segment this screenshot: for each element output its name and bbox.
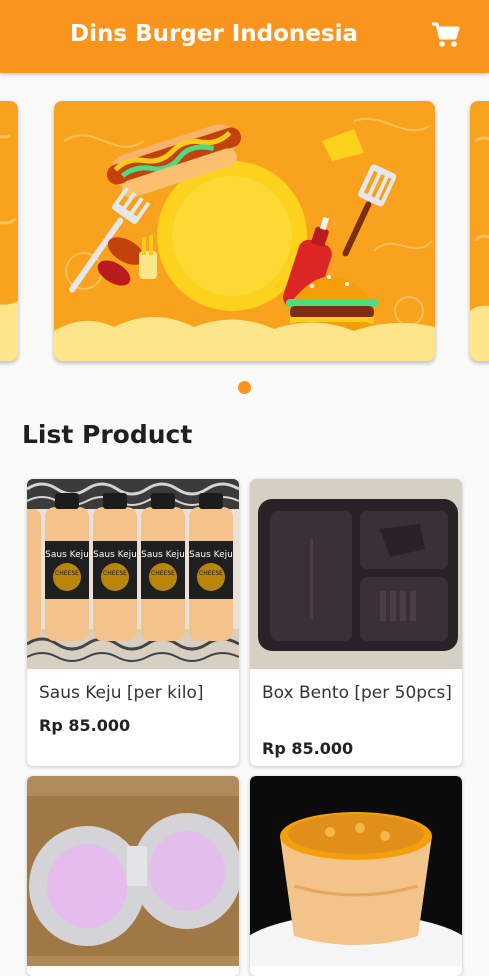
bottle-label: Saus Keju xyxy=(45,550,89,560)
product-image xyxy=(250,479,462,669)
shopping-cart-icon xyxy=(432,22,460,47)
section-title: List Product xyxy=(22,420,193,449)
bottle-sublabel: CHEESE xyxy=(55,570,79,577)
product-card[interactable]: Saus Keju Saus Keju Saus Keju Saus Keju … xyxy=(27,479,239,766)
banner-slide-previous[interactable] xyxy=(0,101,18,361)
banner-slide-next[interactable] xyxy=(470,101,489,361)
bottle-sublabel: CHEESE xyxy=(199,570,223,577)
app-bar: Dins Burger Indonesia xyxy=(0,0,489,73)
cart-button[interactable] xyxy=(427,16,463,52)
product-image xyxy=(250,776,462,966)
product-name: Box Bento [per 50pcs] xyxy=(262,683,452,703)
product-image: Saus Keju Saus Keju Saus Keju Saus Keju … xyxy=(27,479,239,669)
product-price: Rp 85.000 xyxy=(39,716,131,735)
bottle-label: Saus Keju xyxy=(189,550,233,560)
product-name: Saus Keju [per kilo] xyxy=(39,683,204,703)
product-card[interactable] xyxy=(27,776,239,976)
bottle-label: Saus Keju xyxy=(141,550,185,560)
banner-carousel[interactable] xyxy=(0,73,489,373)
carousel-indicator-dot[interactable] xyxy=(238,381,251,394)
app-title: Dins Burger Indonesia xyxy=(70,21,358,47)
product-image xyxy=(27,776,239,966)
product-price: Rp 85.000 xyxy=(262,739,354,758)
banner-slide-food-party[interactable] xyxy=(54,101,435,361)
bottle-sublabel: CHEESE xyxy=(103,570,127,577)
bottle-sublabel: CHEESE xyxy=(151,570,175,577)
product-card[interactable]: Box Bento [per 50pcs] Rp 85.000 xyxy=(250,479,462,766)
bottle-label: Saus Keju xyxy=(93,550,137,560)
food-banner-image xyxy=(54,101,435,361)
product-card[interactable] xyxy=(250,776,462,976)
